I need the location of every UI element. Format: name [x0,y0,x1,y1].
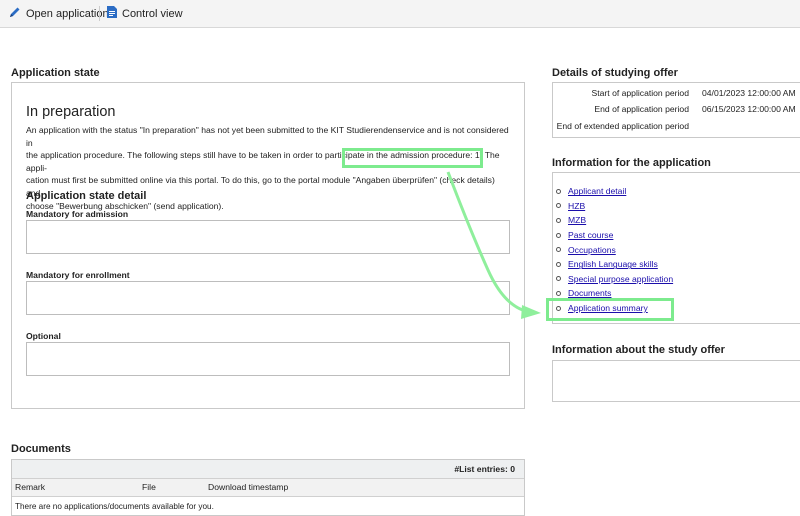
documents-empty-message: There are no applications/documents avai… [15,501,214,511]
documents-table: #List entries: 0 Remark File Download ti… [11,459,525,516]
study-offer-info-panel [552,360,800,402]
list-entries-count: #List entries: 0 [12,460,524,479]
annotation-arrow [446,171,541,319]
column-remark[interactable]: Remark [15,482,45,492]
documents-title: Documents [11,443,71,455]
documents-table-header: Remark File Download timestamp [12,479,524,497]
column-download-timestamp[interactable]: Download timestamp [208,482,288,492]
column-file[interactable]: File [142,482,156,492]
study-offer-info-title: Information about the study offer [552,344,725,356]
